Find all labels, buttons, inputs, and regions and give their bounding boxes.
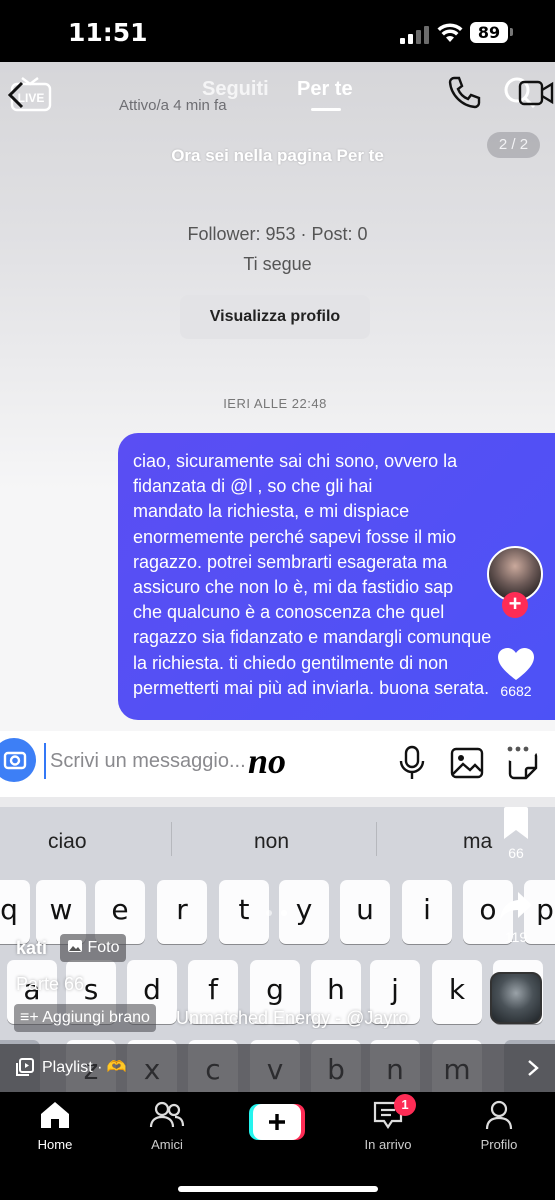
message-line: la richiesta. ti chiedo gentilmente di n… xyxy=(133,652,449,673)
photo-icon xyxy=(68,940,82,952)
share-icon[interactable] xyxy=(498,888,534,924)
key-t[interactable]: t xyxy=(219,880,269,944)
follows-you-label: Ti segue xyxy=(243,254,312,274)
photo-badge: Foto xyxy=(60,934,127,962)
message-input[interactable] xyxy=(44,743,254,779)
save-count: 66 xyxy=(508,845,524,861)
music-disc[interactable] xyxy=(490,972,542,1024)
wifi-icon xyxy=(437,23,463,42)
nav-home-label: Home xyxy=(37,1137,73,1152)
suggestion-non[interactable]: non xyxy=(254,830,289,854)
key-u[interactable]: u xyxy=(340,880,390,944)
nav-profile-label: Profilo xyxy=(480,1137,518,1152)
post-content[interactable]: Attivo/a 4 min fa Follower: 953 · Post: … xyxy=(0,62,555,1092)
playlist-bar[interactable]: Playlist · 🫶 xyxy=(0,1044,555,1092)
message-line: ciao, sicuramente sai chi sono, ovvero l… xyxy=(133,451,458,471)
author-name[interactable]: kati xyxy=(16,938,47,959)
chat-background xyxy=(0,62,555,492)
like-count: 6682 xyxy=(500,683,532,699)
home-icon xyxy=(41,1102,69,1128)
tab-following[interactable]: Seguiti xyxy=(202,78,269,101)
battery-tip xyxy=(510,28,513,36)
nav-friends-label: Amici xyxy=(151,1137,183,1152)
message-line: enormemente perché sapevi fosse il mio xyxy=(133,526,457,547)
bottom-nav: Home Amici In arrivo 1 Profilo xyxy=(0,1092,555,1200)
video-call-icon[interactable] xyxy=(518,78,554,108)
key-k[interactable]: k xyxy=(432,960,482,1024)
playlist-label: Playlist · 🫶 xyxy=(42,1059,127,1076)
cellular-signal-icon xyxy=(400,26,430,44)
message-date: IERI ALLE 22:48 xyxy=(223,396,327,411)
tab-for-you[interactable]: Per te xyxy=(297,78,353,101)
friends-icon xyxy=(149,1101,185,1128)
add-song-button[interactable]: ≡+ Aggiungi brano xyxy=(14,1004,156,1032)
microphone-icon[interactable] xyxy=(398,745,426,781)
back-chevron-icon[interactable] xyxy=(6,80,26,110)
key-r[interactable]: r xyxy=(157,880,207,944)
for-you-toast: Ora sei nella pagina Per te xyxy=(171,146,384,165)
message-line: permetterti mai più ad inviarla. buona s… xyxy=(133,677,490,698)
message-line: fidanzata di @l , so che gli hai xyxy=(133,476,373,497)
view-profile-button[interactable]: Visualizza profilo xyxy=(180,295,370,339)
home-indicator xyxy=(178,1186,378,1192)
nav-home[interactable]: Home xyxy=(10,1100,100,1152)
post-caption: Parte 66 xyxy=(16,974,85,994)
key-i[interactable]: i xyxy=(402,880,452,944)
camera-button[interactable] xyxy=(0,738,36,782)
bookmark-icon[interactable] xyxy=(502,806,530,840)
song-name[interactable]: Unmatched Energy - @Jayro xyxy=(176,1008,426,1029)
status-bar: 11:51 89 xyxy=(0,0,555,62)
pagination-dots xyxy=(266,910,287,916)
comment-icon[interactable] xyxy=(497,734,539,766)
share-count: 119 xyxy=(504,929,528,945)
add-song-label: Aggiungi brano xyxy=(42,1009,150,1026)
suggestion-ciao[interactable]: ciao xyxy=(48,830,87,854)
message-line: mandato la richiesta, e mi dispiace xyxy=(133,501,410,522)
suggestion-divider xyxy=(171,822,172,856)
photo-badge-label: Foto xyxy=(87,939,120,956)
top-tabs: LIVE Seguiti Per te xyxy=(0,62,555,122)
image-icon[interactable] xyxy=(450,747,484,779)
no-sticker: no xyxy=(248,741,287,781)
add-music-icon: ≡+ xyxy=(20,1009,39,1026)
active-tab-indicator xyxy=(311,108,341,111)
battery-indicator: 89 xyxy=(470,22,508,43)
follower-count: Follower: 953 · Post: 0 xyxy=(187,224,368,244)
chevron-right-icon xyxy=(528,1060,539,1076)
follow-plus-button[interactable]: + xyxy=(502,592,528,618)
nav-friends[interactable]: Amici xyxy=(122,1100,212,1152)
inbox-badge: 1 xyxy=(394,1094,416,1116)
playlist-icon xyxy=(16,1058,34,1076)
suggestion-divider xyxy=(376,822,377,856)
message-line: ragazzo sia fidanzato e mandargli comunq… xyxy=(133,627,492,648)
key-q[interactable]: q xyxy=(0,880,30,944)
profile-icon xyxy=(485,1100,513,1130)
heart-icon[interactable] xyxy=(496,646,536,682)
message-line: che qualcuno è a conoscenza che quel xyxy=(133,602,445,623)
nav-profile[interactable]: Profilo xyxy=(454,1100,544,1152)
suggestion-ma[interactable]: ma xyxy=(463,830,492,854)
camera-icon xyxy=(3,751,27,770)
create-button[interactable] xyxy=(249,1104,305,1140)
status-time: 11:51 xyxy=(68,18,148,47)
nav-inbox[interactable]: In arrivo xyxy=(343,1100,433,1152)
phone-icon[interactable] xyxy=(446,74,482,110)
nav-inbox-label: In arrivo xyxy=(364,1137,412,1152)
